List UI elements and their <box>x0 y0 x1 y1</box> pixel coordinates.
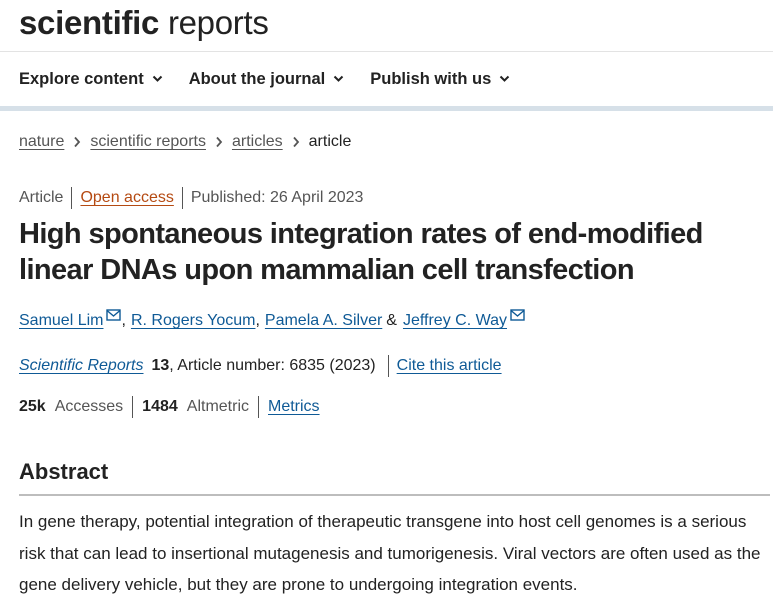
chevron-right-icon <box>283 133 309 151</box>
article-title: High spontaneous integration rates of en… <box>19 218 703 286</box>
journal-link[interactable]: Scientific Reports <box>19 357 144 375</box>
abstract-divider <box>19 494 770 496</box>
open-access-link[interactable]: Open access <box>80 189 173 207</box>
author-separator: , <box>121 312 126 329</box>
nav-item-label: About the journal <box>188 69 326 88</box>
nav-explore-content[interactable]: Explore content <box>19 70 163 89</box>
accesses-count: 25k <box>19 398 46 415</box>
breadcrumb-scientific-reports[interactable]: scientific reports <box>90 133 206 151</box>
author-list: Samuel Lim , R. Rogers Yocum , Pamela A.… <box>19 309 525 333</box>
nav-band <box>0 106 773 111</box>
article-meta: Article Open access Published: 26 April … <box>19 186 363 210</box>
breadcrumb: nature scientific reports articles artic… <box>19 131 351 153</box>
author-link[interactable]: Samuel Lim <box>19 312 103 330</box>
main-nav: Explore content About the journal Publis… <box>19 66 536 92</box>
altmetric-count: 1484 <box>142 398 178 415</box>
chevron-right-icon <box>64 133 90 151</box>
header-divider <box>0 51 773 52</box>
article-metrics: 25k Accesses 1484 Altmetric Metrics <box>19 395 320 419</box>
author-separator: , <box>255 312 260 329</box>
envelope-icon[interactable] <box>106 309 122 321</box>
chevron-down-icon <box>334 75 344 82</box>
cite-this-article-link[interactable]: Cite this article <box>397 357 502 375</box>
logo-bold-text: scientific <box>19 4 160 41</box>
accesses-label: Accesses <box>54 398 124 415</box>
metrics-divider <box>258 396 259 418</box>
site-logo[interactable]: scientific reports <box>19 2 269 44</box>
abstract-heading: Abstract <box>19 459 109 484</box>
author-link[interactable]: R. Rogers Yocum <box>131 312 256 330</box>
nav-item-label: Publish with us <box>370 69 492 88</box>
author-link[interactable]: Pamela A. Silver <box>265 312 382 330</box>
meta-divider <box>71 187 73 209</box>
nav-item-label: Explore content <box>19 69 144 88</box>
logo-light-text: reports <box>167 4 269 41</box>
chevron-down-icon <box>152 75 162 82</box>
published-date: Published: 26 April 2023 <box>190 189 364 206</box>
metrics-link[interactable]: Metrics <box>268 398 320 416</box>
breadcrumb-nature[interactable]: nature <box>19 133 64 151</box>
altmetric-label: Altmetric <box>186 398 249 415</box>
author-ampersand: & <box>386 312 397 329</box>
nav-about-journal[interactable]: About the journal <box>189 70 345 89</box>
article-page: scientific reports Explore content About… <box>0 0 773 604</box>
breadcrumb-articles[interactable]: articles <box>232 133 283 151</box>
chevron-down-icon <box>500 75 510 82</box>
chevron-right-icon <box>206 133 232 151</box>
article-type: Article <box>19 189 64 206</box>
citation-line: Scientific Reports 13 , Article number: … <box>19 354 502 378</box>
breadcrumb-current: article <box>308 133 352 150</box>
abstract-text: In gene therapy, potential integration o… <box>19 512 761 594</box>
volume-number: 13 <box>151 357 170 374</box>
metrics-divider <box>132 396 134 418</box>
article-number: , Article number: 6835 (2023) <box>169 357 376 374</box>
meta-divider <box>181 187 183 209</box>
author-link[interactable]: Jeffrey C. Way <box>403 312 507 330</box>
cite-divider <box>387 355 389 377</box>
nav-publish-with-us[interactable]: Publish with us <box>370 70 510 89</box>
envelope-icon[interactable] <box>510 309 525 321</box>
